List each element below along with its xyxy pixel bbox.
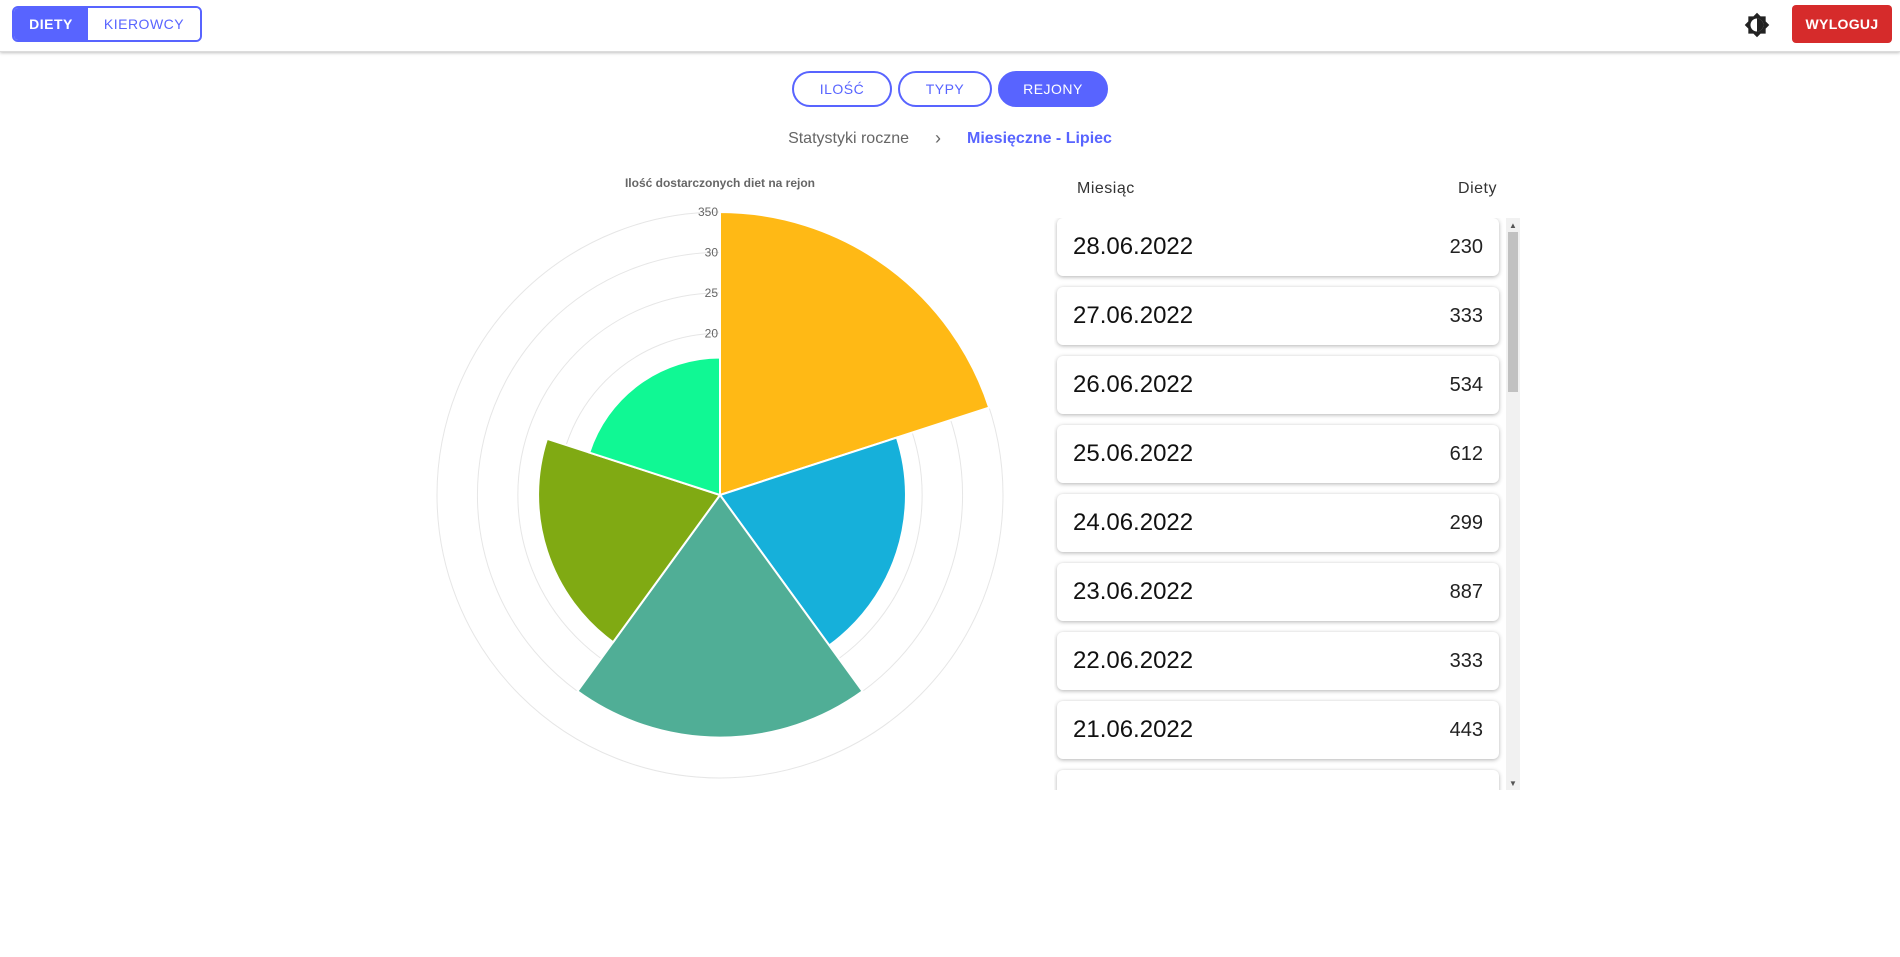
- table-row[interactable]: [1057, 770, 1499, 790]
- logout-button[interactable]: WYLOGUJ: [1792, 5, 1892, 43]
- tab-diety[interactable]: DIETY: [14, 8, 88, 40]
- brightness-icon[interactable]: [1744, 12, 1770, 38]
- top-bar: DIETY KIEROWCY WYLOGUJ: [0, 0, 1900, 52]
- tick-label: 350: [698, 205, 718, 219]
- filter-typy[interactable]: TYPY: [898, 71, 992, 107]
- filter-ilosc[interactable]: ILOŚĆ: [792, 71, 892, 107]
- table-row[interactable]: 24.06.2022 299: [1057, 494, 1499, 552]
- scroll-thumb[interactable]: [1508, 232, 1518, 392]
- row-count: 443: [1449, 718, 1483, 741]
- row-date: 25.06.2022: [1073, 440, 1194, 467]
- row-count: 887: [1449, 580, 1483, 603]
- breadcrumb-current: Miesięczne - Lipiec: [967, 129, 1112, 147]
- list-scrollbar[interactable]: ▲ ▼: [1506, 218, 1520, 790]
- table-row[interactable]: 21.06.2022 443: [1057, 701, 1499, 759]
- breadcrumb-root[interactable]: Statystyki roczne: [788, 130, 909, 148]
- row-date: 27.06.2022: [1073, 302, 1194, 329]
- table-row[interactable]: 25.06.2022 612: [1057, 425, 1499, 483]
- table-list[interactable]: 28.06.2022 230 27.06.2022 333 26.06.2022 53…: [1054, 218, 1522, 790]
- table-row[interactable]: 28.06.2022 230: [1057, 218, 1499, 276]
- tab-kierowcy[interactable]: KIEROWCY: [88, 8, 200, 40]
- chart-title: Ilość dostarczonych diet na rejon: [624, 176, 816, 190]
- tick-label: 20: [705, 326, 719, 340]
- table-header: Miesiąc Diety: [1057, 180, 1507, 202]
- table-row[interactable]: 22.06.2022 333: [1057, 632, 1499, 690]
- column-month: Miesiąc: [1077, 180, 1135, 197]
- row-date: 28.06.2022: [1073, 233, 1194, 260]
- row-date: 21.06.2022: [1073, 716, 1194, 743]
- row-count: 299: [1449, 511, 1483, 534]
- chevron-right-icon: ›: [935, 128, 941, 148]
- breadcrumb: Statystyki roczne › Miesięczne - Lipiec: [0, 128, 1900, 149]
- row-date: 22.06.2022: [1073, 647, 1194, 674]
- polar-area-chart: 20 25 30 350: [436, 205, 1004, 779]
- row-count: 230: [1449, 235, 1483, 258]
- section-switch: DIETY KIEROWCY: [12, 6, 202, 42]
- row-count: 333: [1449, 649, 1483, 672]
- row-date: 26.06.2022: [1073, 371, 1194, 398]
- row-count: 333: [1449, 304, 1483, 327]
- column-diets: Diety: [1458, 180, 1497, 197]
- tick-label: 30: [705, 245, 719, 259]
- table-row[interactable]: 26.06.2022 534: [1057, 356, 1499, 414]
- filter-rejony[interactable]: REJONY: [998, 71, 1108, 107]
- row-date: 23.06.2022: [1073, 578, 1194, 605]
- tick-label: 25: [705, 286, 719, 300]
- scroll-down-arrow-icon[interactable]: ▼: [1506, 776, 1520, 790]
- table-row[interactable]: 23.06.2022 887: [1057, 563, 1499, 621]
- table-row[interactable]: 27.06.2022 333: [1057, 287, 1499, 345]
- row-count: 534: [1449, 373, 1483, 396]
- row-count: 612: [1449, 442, 1483, 465]
- scroll-up-arrow-icon[interactable]: ▲: [1506, 218, 1520, 232]
- row-date: 24.06.2022: [1073, 509, 1194, 536]
- filter-pills: ILOŚĆ TYPY REJONY: [0, 71, 1900, 107]
